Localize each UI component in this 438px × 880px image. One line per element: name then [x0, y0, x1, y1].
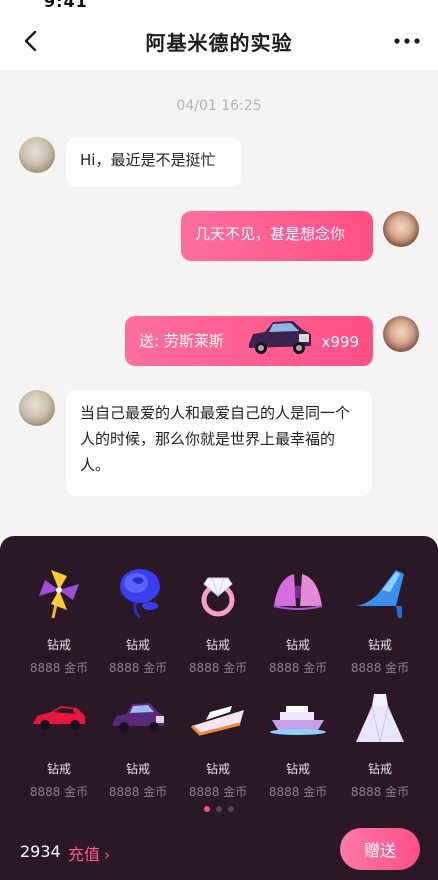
gift-name: 钻戒 — [125, 762, 150, 776]
gift-item[interactable]: 钻戒 8888 金币 — [98, 566, 178, 676]
message-text: 几天不见，甚是想念你 — [195, 225, 346, 243]
gift-price: 8888 金币 — [268, 785, 328, 799]
gift-name: 钻戒 — [205, 638, 230, 652]
gift-name: 钻戒 — [125, 638, 150, 652]
gift-item[interactable]: 钻戒 8888 金币 — [178, 566, 258, 676]
gift-price: 8888 金币 — [350, 661, 410, 675]
gift-message-bubble[interactable]: 送: 劳斯莱斯 x999 — [125, 316, 373, 366]
gift-item[interactable]: 钻戒 8888 金币 — [98, 690, 178, 800]
message-bubble-incoming[interactable]: 当自己最爱的人和最爱自己的人是同一个人的时候，那么你就是世界上最幸福的人。 — [66, 390, 372, 496]
gift-name: 钻戒 — [46, 762, 71, 776]
my-avatar[interactable] — [383, 211, 419, 247]
contact-avatar[interactable] — [19, 137, 55, 173]
gift-price: 8888 金币 — [29, 661, 89, 675]
gift-item[interactable]: 钻戒 8888 金币 — [258, 566, 338, 676]
message-bubble-incoming[interactable]: Hi，最近是不是挺忙 — [66, 137, 241, 187]
contact-avatar[interactable] — [19, 390, 55, 426]
sports-car-icon — [33, 706, 85, 730]
gift-item[interactable]: 钻戒 8888 金币 — [340, 566, 420, 676]
gift-name: 钻戒 — [367, 762, 392, 776]
message-text: 当自己最爱的人和最爱自己的人是同一个人的时候，那么你就是世界上最幸福的人。 — [80, 404, 351, 474]
page-title: 阿基米德的实验 — [145, 30, 293, 55]
luxury-car-icon — [249, 321, 311, 354]
high-heel-icon — [356, 570, 404, 618]
page-dot-active — [204, 806, 210, 812]
chevron-right-icon: › — [104, 846, 111, 864]
gift-price: 8888 金币 — [350, 785, 410, 799]
wedding-dress-icon — [356, 694, 404, 742]
coin-balance: 2934 — [20, 842, 61, 861]
gift-name: 钻戒 — [367, 638, 392, 652]
blue-rose-icon — [120, 569, 160, 618]
gift-item[interactable]: 钻戒 8888 金币 — [340, 690, 420, 800]
gift-name: 钻戒 — [46, 638, 71, 652]
recharge-label: 充值 — [68, 845, 101, 864]
yacht-icon — [190, 706, 244, 736]
chat-area[interactable]: 04/01 16:25 Hi，最近是不是挺忙 几天不见，甚是想念你 送: 劳斯莱… — [0, 70, 438, 536]
status-time: 9:41 — [44, 0, 88, 11]
diamond-ring-icon — [201, 577, 235, 617]
gift-item[interactable]: 钻戒 8888 金币 — [19, 690, 99, 800]
gift-name: 钻戒 — [205, 762, 230, 776]
gift-name: 钻戒 — [285, 638, 310, 652]
chat-header: 阿基米德的实验 — [0, 12, 438, 70]
message-bubble-outgoing[interactable]: 几天不见，甚是想念你 — [181, 211, 373, 261]
message-timestamp: 04/01 16:25 — [176, 98, 262, 114]
more-options-icon[interactable] — [392, 26, 422, 56]
gift-item[interactable]: 钻戒 8888 金币 — [258, 690, 338, 800]
gift-price: 8888 金币 — [29, 785, 89, 799]
page-dot — [228, 806, 234, 812]
luxury-car-icon — [112, 703, 164, 732]
page-dot — [216, 806, 222, 812]
gift-panel: 钻戒 8888 金币 钻戒 8888 金币 钻戒 8888 金币 钻戒 8888 — [0, 536, 438, 880]
status-bar: 9:41 — [0, 0, 438, 12]
gift-price: 8888 金币 — [188, 661, 248, 675]
my-avatar[interactable] — [383, 316, 419, 352]
message-text: Hi，最近是不是挺忙 — [80, 151, 216, 169]
gift-price: 8888 金币 — [268, 661, 328, 675]
gift-item[interactable]: 钻戒 8888 金币 — [19, 566, 99, 676]
send-gift-button[interactable]: 赠送 — [340, 828, 420, 870]
gift-item[interactable]: 钻戒 8888 金币 — [178, 690, 258, 800]
recharge-link[interactable]: 充值 › — [68, 841, 110, 865]
gift-price: 8888 金币 — [108, 785, 168, 799]
back-arrow-icon[interactable] — [16, 26, 46, 56]
gift-message-label: 送: 劳斯莱斯 — [139, 332, 224, 350]
gift-price: 8888 金币 — [188, 785, 248, 799]
bra-icon — [273, 574, 323, 610]
gift-count: x999 — [321, 333, 359, 351]
page-indicator — [0, 806, 438, 812]
cruise-ship-icon — [270, 706, 326, 735]
gift-name: 钻戒 — [285, 762, 310, 776]
pinwheel-icon — [39, 570, 79, 618]
gift-price: 8888 金币 — [108, 661, 168, 675]
